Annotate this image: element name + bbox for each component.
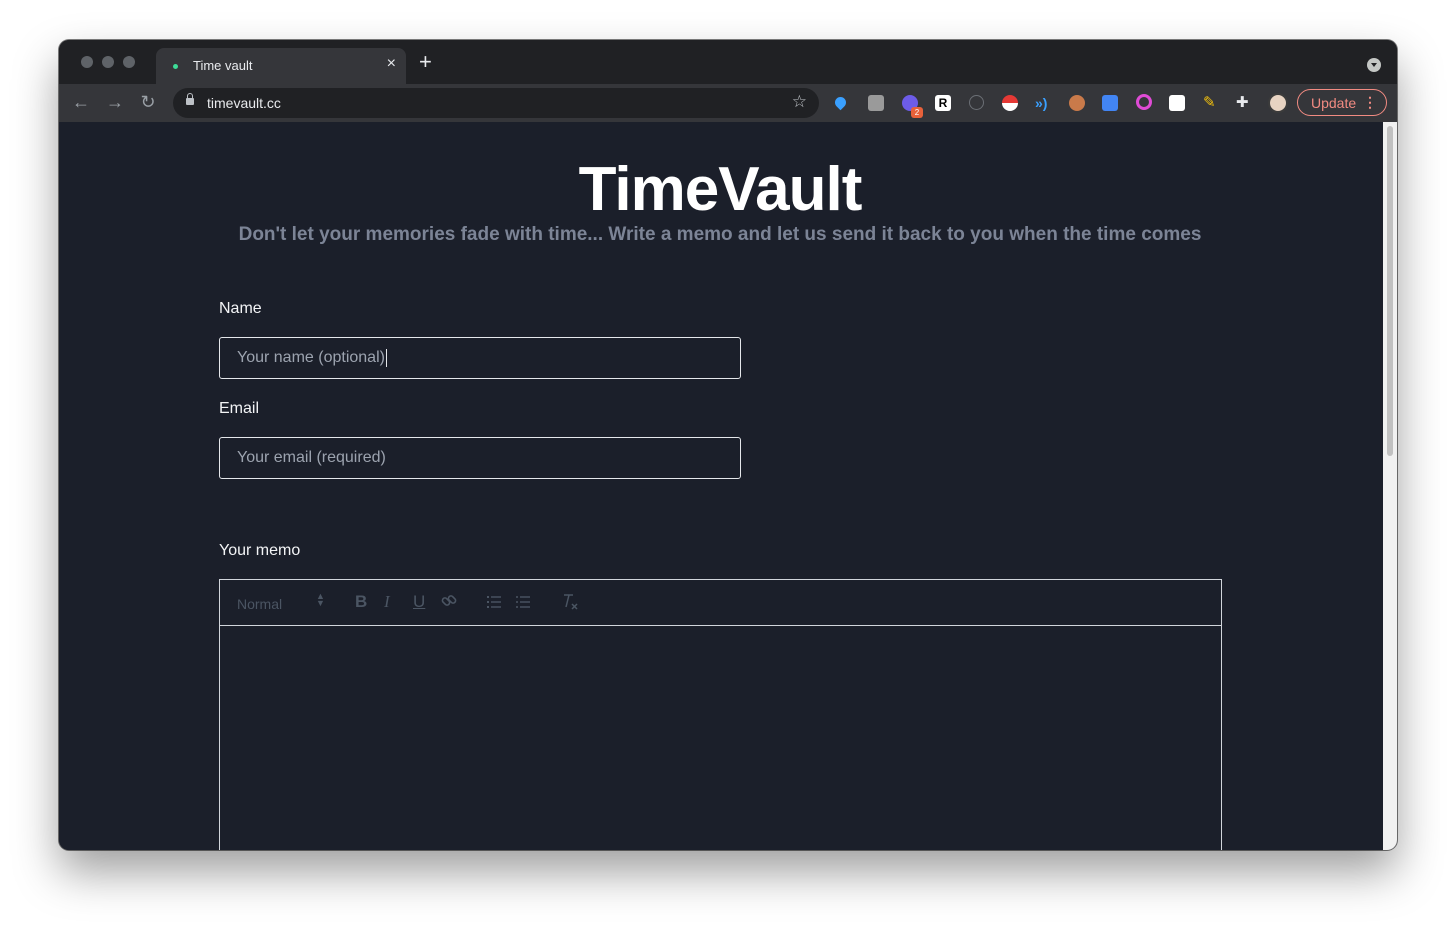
forward-button[interactable]: → [103,90,127,114]
update-button[interactable]: Update ⋮ [1297,89,1387,116]
link-icon[interactable] [441,593,457,614]
extension-badge: 2 [911,107,923,118]
page-title: TimeVault [578,155,863,224]
name-placeholder: Your name (optional) [237,349,387,367]
translate-extension-icon[interactable] [1102,95,1118,111]
info-extension-icon[interactable] [969,95,984,110]
memo-text-area[interactable] [220,626,1221,850]
scrollbar-thumb[interactable] [1387,126,1393,456]
bold-button[interactable]: B [355,592,367,612]
italic-button[interactable]: I [384,592,390,612]
window-close-dot[interactable] [81,56,93,68]
editor-toolbar: Normal ▲ ▼ B I U [220,580,1221,626]
tab-search-button[interactable] [1367,58,1381,72]
name-label: Name [219,300,262,317]
tab-close-icon[interactable]: × [387,55,396,73]
tab-favicon-icon [173,64,178,69]
monkey-extension-icon[interactable] [1069,95,1085,111]
format-select[interactable]: Normal [237,596,282,612]
puzzle-extensions-icon[interactable]: ✚ [1236,95,1252,111]
browser-window: Time vault × + ← → ↻ timevault.cc ☆ 2 R … [59,40,1397,850]
email-placeholder: Your email (required) [237,449,386,466]
r-extension-icon[interactable]: R [935,95,951,111]
page-subtitle: Don't let your memories fade with time..… [238,224,1202,245]
pen-box-extension-icon[interactable] [1169,95,1185,111]
new-tab-button[interactable]: + [419,51,432,73]
reload-button[interactable]: ↻ [136,90,160,114]
highlighter-extension-icon[interactable]: ✎ [1203,95,1219,111]
tab-time-vault[interactable]: Time vault × [156,48,406,84]
text-caret [385,349,387,367]
select-arrows-icon: ▲ ▼ [316,591,325,608]
lock-icon [186,93,194,105]
email-label: Email [219,400,260,417]
page-scrollbar[interactable] [1383,122,1397,850]
more-menu-icon[interactable]: ⋮ [1363,93,1377,111]
url-text: timevault.cc [207,95,281,111]
tab-strip: Time vault × + [59,40,1397,84]
name-input[interactable]: Your name (optional) [219,337,741,379]
ordered-list-icon[interactable] [486,594,502,615]
page-content: TimeVault Don't let your memories fade w… [59,122,1383,850]
back-button[interactable]: ← [69,90,93,114]
memo-editor: Normal ▲ ▼ B I U [219,579,1222,850]
gem-extension-icon[interactable] [832,94,849,111]
underline-button[interactable]: U [413,592,425,612]
color-ring-extension-icon[interactable] [1136,94,1152,110]
window-zoom-dot[interactable] [123,56,135,68]
profile-avatar[interactable] [1268,93,1288,113]
address-bar[interactable]: timevault.cc ☆ [173,88,819,118]
clear-format-icon[interactable] [561,593,579,616]
update-label: Update [1311,95,1357,111]
bookmark-star-icon[interactable]: ☆ [792,92,807,112]
memo-label: Your memo [219,542,301,559]
wave-extension-icon[interactable]: ») [1035,95,1051,111]
bullet-list-icon[interactable] [515,594,531,615]
browser-toolbar: ← → ↻ timevault.cc ☆ 2 R ») ✎ ✚ Update ⋮ [59,84,1397,122]
pokeball-extension-icon[interactable] [1002,95,1018,111]
email-input[interactable]: Your email (required) [219,437,741,479]
m-extension-icon[interactable] [868,95,884,111]
tab-title: Time vault [193,58,253,73]
window-minimize-dot[interactable] [102,56,114,68]
